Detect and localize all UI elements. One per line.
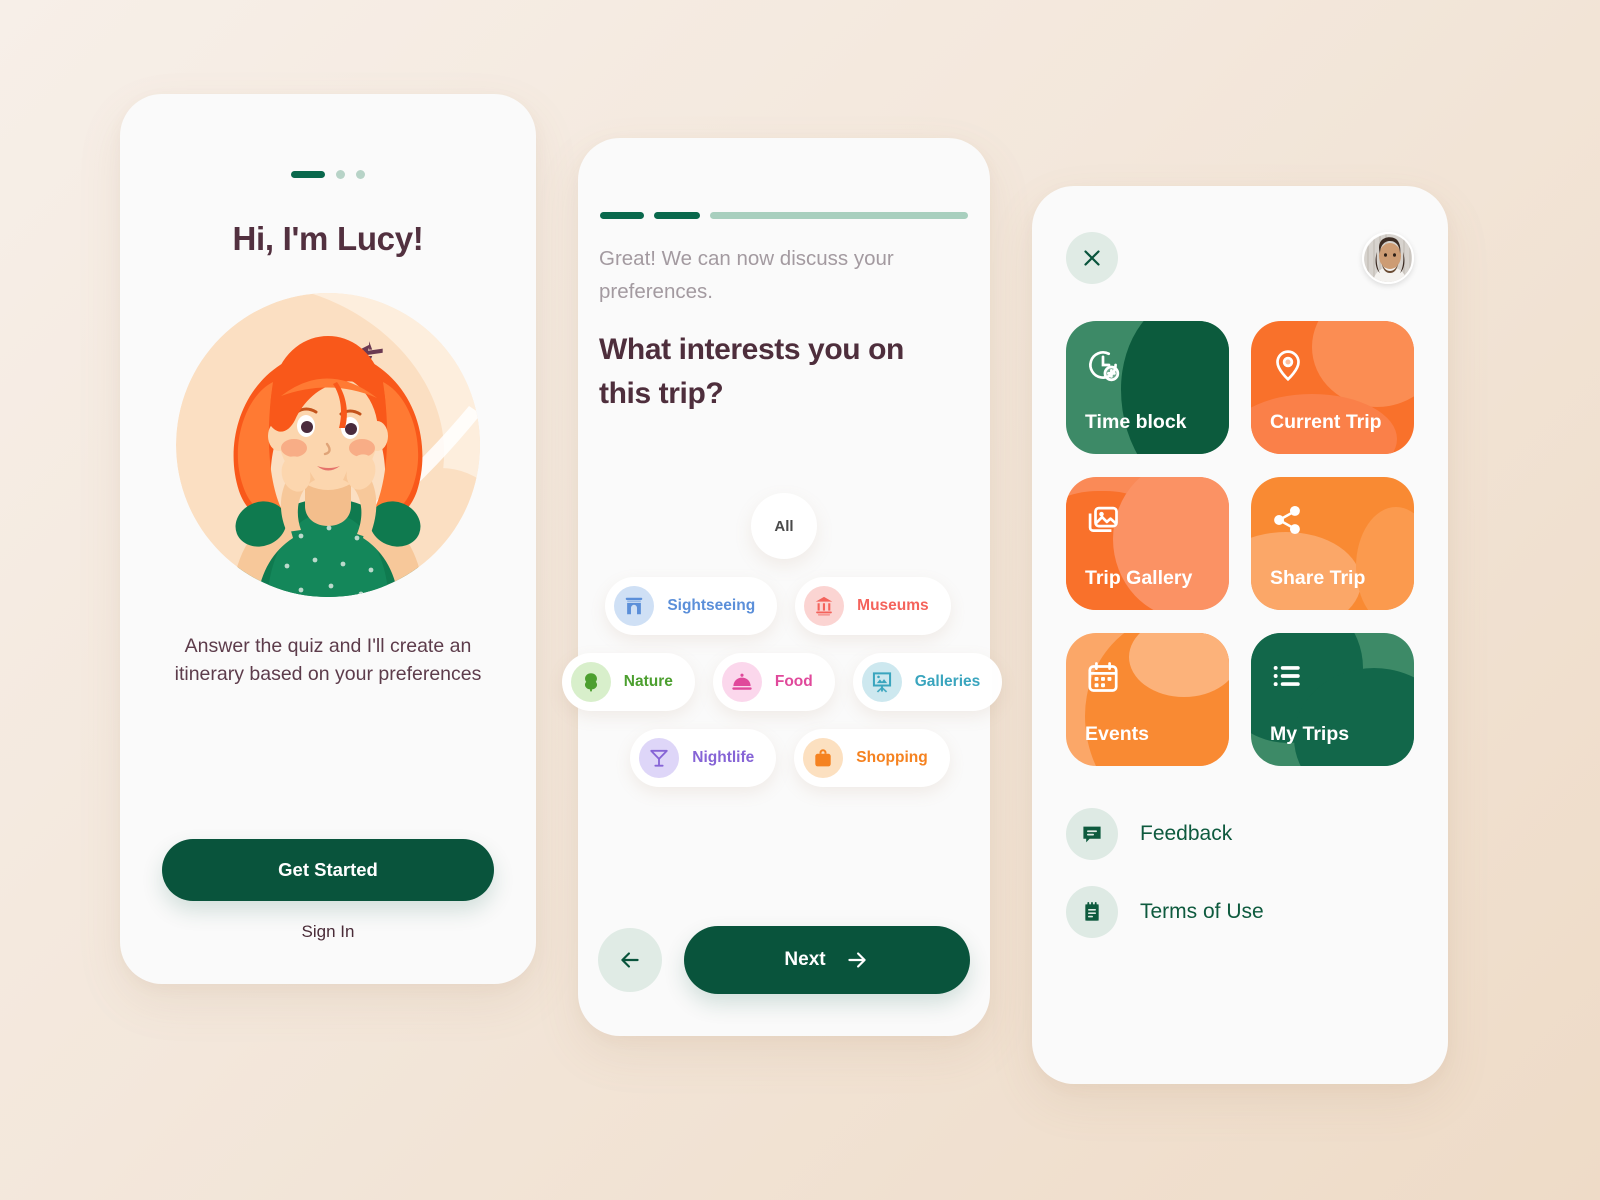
chip-nightlife[interactable]: Nightlife	[630, 729, 777, 787]
quiz-screen: Great! We can now discuss your preferenc…	[561, 138, 1003, 1036]
list-icon	[1270, 659, 1304, 696]
tree-icon	[570, 662, 611, 702]
map-pin-icon	[1270, 347, 1306, 386]
calendar-icon	[1085, 659, 1121, 698]
bag-icon	[803, 738, 844, 778]
chip-galleries[interactable]: Galleries	[852, 653, 1003, 711]
menu-header	[1066, 232, 1414, 284]
cloche-icon	[721, 662, 762, 702]
chip-label: Shopping	[856, 749, 928, 766]
menu-item-terms-of-use[interactable]: Terms of Use	[1066, 886, 1414, 938]
menu-links: Feedback Terms of Use	[1066, 808, 1414, 964]
next-button[interactable]: Next	[684, 926, 970, 994]
arrow-left-icon	[621, 952, 639, 968]
tile-events[interactable]: Events	[1066, 633, 1229, 766]
menu-item-feedback[interactable]: Feedback	[1066, 808, 1414, 860]
tile-blob	[1113, 477, 1229, 610]
chip-label: Museums	[857, 597, 929, 614]
menu-item-label: Terms of Use	[1140, 900, 1264, 923]
chip-label: Nightlife	[692, 749, 755, 766]
notepad-icon	[1066, 886, 1118, 938]
quiz-lead-text: Great! We can now discuss your preferenc…	[599, 247, 894, 303]
close-button[interactable]	[1066, 232, 1118, 284]
onboarding-progress	[120, 170, 536, 179]
menu-item-label: Feedback	[1140, 822, 1233, 845]
interest-chip-group: All Sightseeing Museums Nature Food Gall…	[561, 493, 1003, 805]
tile-label: My Trips	[1270, 723, 1350, 745]
chip-label: Nature	[623, 673, 673, 690]
gallery-icon	[1085, 503, 1121, 542]
chip-museums[interactable]: Museums	[795, 577, 951, 635]
progress-segment-2	[654, 212, 700, 219]
tile-label: Time block	[1085, 411, 1187, 433]
clock-plus-icon	[1085, 347, 1121, 386]
easel-icon	[861, 662, 902, 702]
cocktail-icon	[639, 738, 680, 778]
chip-food[interactable]: Food	[712, 653, 835, 711]
tile-label: Trip Gallery	[1085, 567, 1193, 589]
chip-label: Galleries	[914, 673, 981, 690]
page-title: Hi, I'm Lucy!	[232, 220, 424, 257]
get-started-button[interactable]: Get Started	[162, 839, 494, 901]
tile-trip-gallery[interactable]: Trip Gallery	[1066, 477, 1229, 610]
traveler-illustration	[169, 286, 487, 604]
screens-stage: Hi, I'm Lucy! Answer the quiz and I'll c…	[0, 0, 1600, 1200]
menu-tile-grid: Time block Current Trip Trip Gallery Sha…	[1066, 321, 1414, 766]
quiz-progress	[600, 212, 968, 219]
tile-share-trip[interactable]: Share Trip	[1251, 477, 1414, 610]
chip-all[interactable]: All	[751, 493, 817, 559]
chip-label: Food	[774, 673, 813, 690]
share-icon	[1270, 503, 1304, 540]
onboarding-screen: Hi, I'm Lucy! Answer the quiz and I'll c…	[120, 94, 536, 984]
quiz-navigation: Next	[598, 926, 970, 994]
close-icon	[1084, 250, 1100, 266]
tile-label: Current Trip	[1270, 411, 1382, 433]
arch-icon	[614, 586, 655, 626]
tile-my-trips[interactable]: My Trips	[1251, 633, 1414, 766]
chip-sightseeing[interactable]: Sightseeing	[605, 577, 778, 635]
next-button-label: Next	[784, 949, 826, 970]
tile-current-trip[interactable]: Current Trip	[1251, 321, 1414, 454]
tile-blob	[1356, 507, 1414, 610]
progress-segment-3	[710, 212, 968, 219]
chip-row-3: Nightlife Shopping	[584, 729, 996, 787]
onboarding-subtitle: Answer the quiz and I'll create an itine…	[174, 635, 482, 685]
progress-dot-2	[336, 170, 345, 179]
quiz-question: What interests you on this trip?	[599, 333, 904, 410]
chip-row-1: Sightseeing Museums	[572, 577, 984, 635]
arrow-right-icon	[847, 952, 866, 968]
chip-row-all: All	[578, 493, 990, 559]
museum-icon	[804, 586, 845, 626]
progress-segment-1	[600, 212, 644, 219]
tile-time-block[interactable]: Time block	[1066, 321, 1229, 454]
tile-label: Events	[1085, 723, 1149, 745]
sign-in-link[interactable]: Sign In	[120, 922, 536, 942]
chip-label: Sightseeing	[667, 597, 756, 614]
chip-shopping[interactable]: Shopping	[794, 729, 950, 787]
progress-dot-active	[291, 171, 325, 178]
progress-dot-3	[356, 170, 365, 179]
chat-icon	[1066, 808, 1118, 860]
chip-row-2: Nature Food Galleries	[561, 653, 1003, 711]
tile-blob	[1121, 321, 1229, 454]
back-button[interactable]	[598, 928, 662, 992]
menu-screen: Time block Current Trip Trip Gallery Sha…	[1032, 186, 1448, 1084]
chip-nature[interactable]: Nature	[561, 653, 695, 711]
avatar[interactable]	[1362, 232, 1414, 284]
tile-label: Share Trip	[1270, 567, 1366, 589]
